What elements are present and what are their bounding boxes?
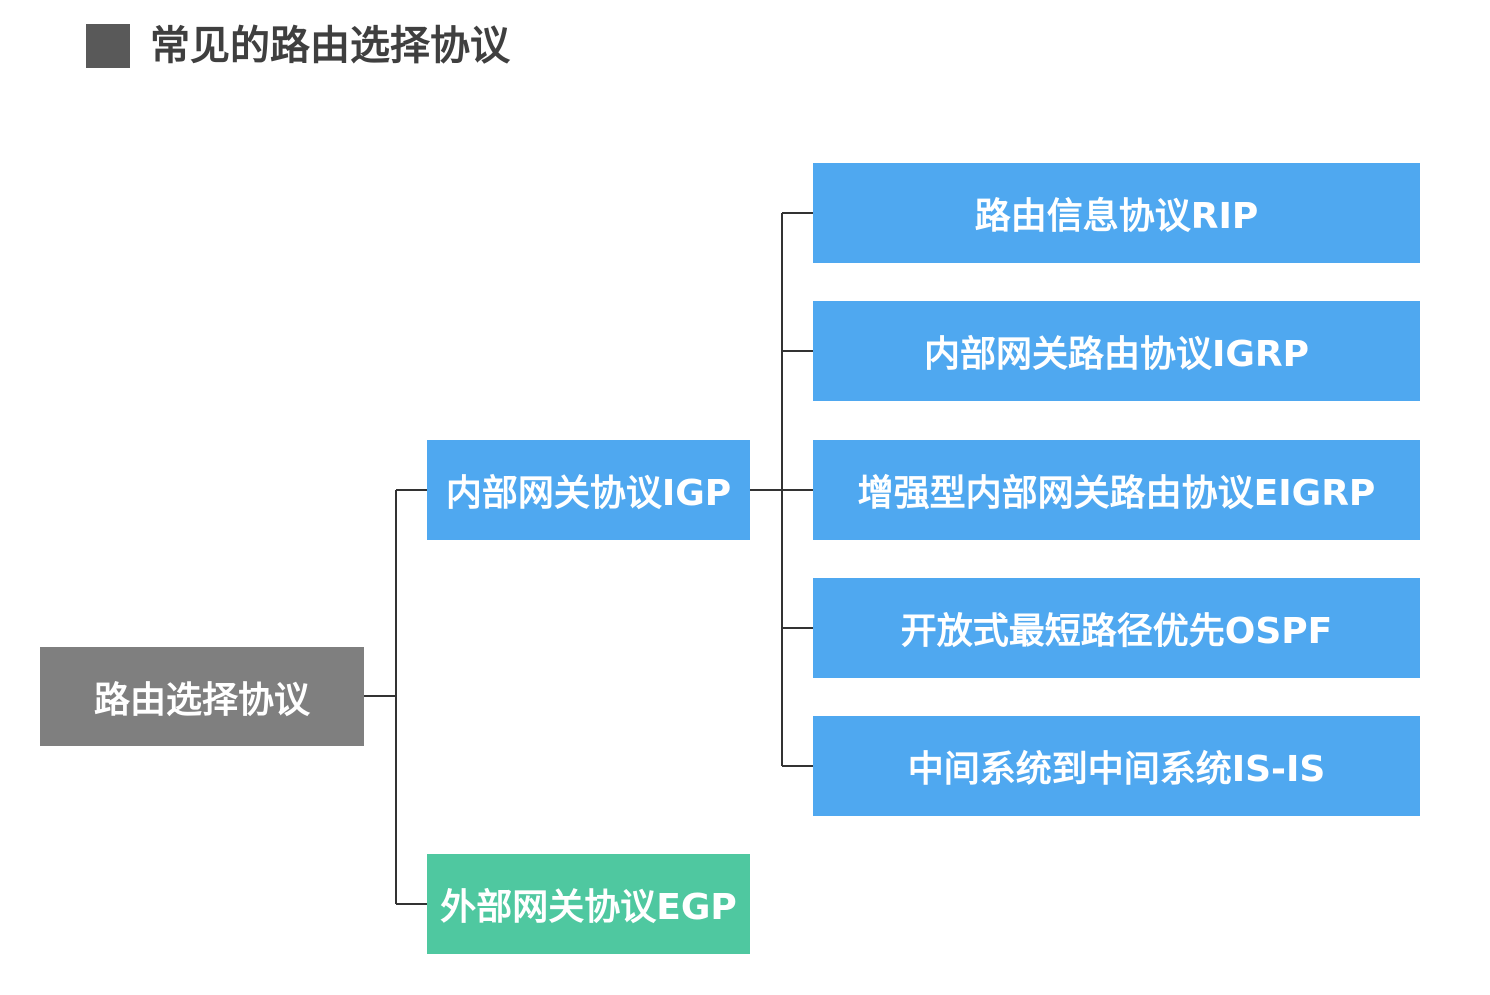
egp-node: 外部网关协议EGP xyxy=(427,854,750,954)
igp-node: 内部网关协议IGP xyxy=(427,440,750,540)
root-node: 路由选择协议 xyxy=(40,647,364,746)
leaf-node-isis: 中间系统到中间系统IS-IS xyxy=(813,716,1420,816)
leaf-node-eigrp: 增强型内部网关路由协议EIGRP xyxy=(813,440,1420,540)
leaf-node-igrp: 内部网关路由协议IGRP xyxy=(813,301,1420,401)
leaf-node-rip: 路由信息协议RIP xyxy=(813,163,1420,263)
leaf-node-ospf: 开放式最短路径优先OSPF xyxy=(813,578,1420,678)
